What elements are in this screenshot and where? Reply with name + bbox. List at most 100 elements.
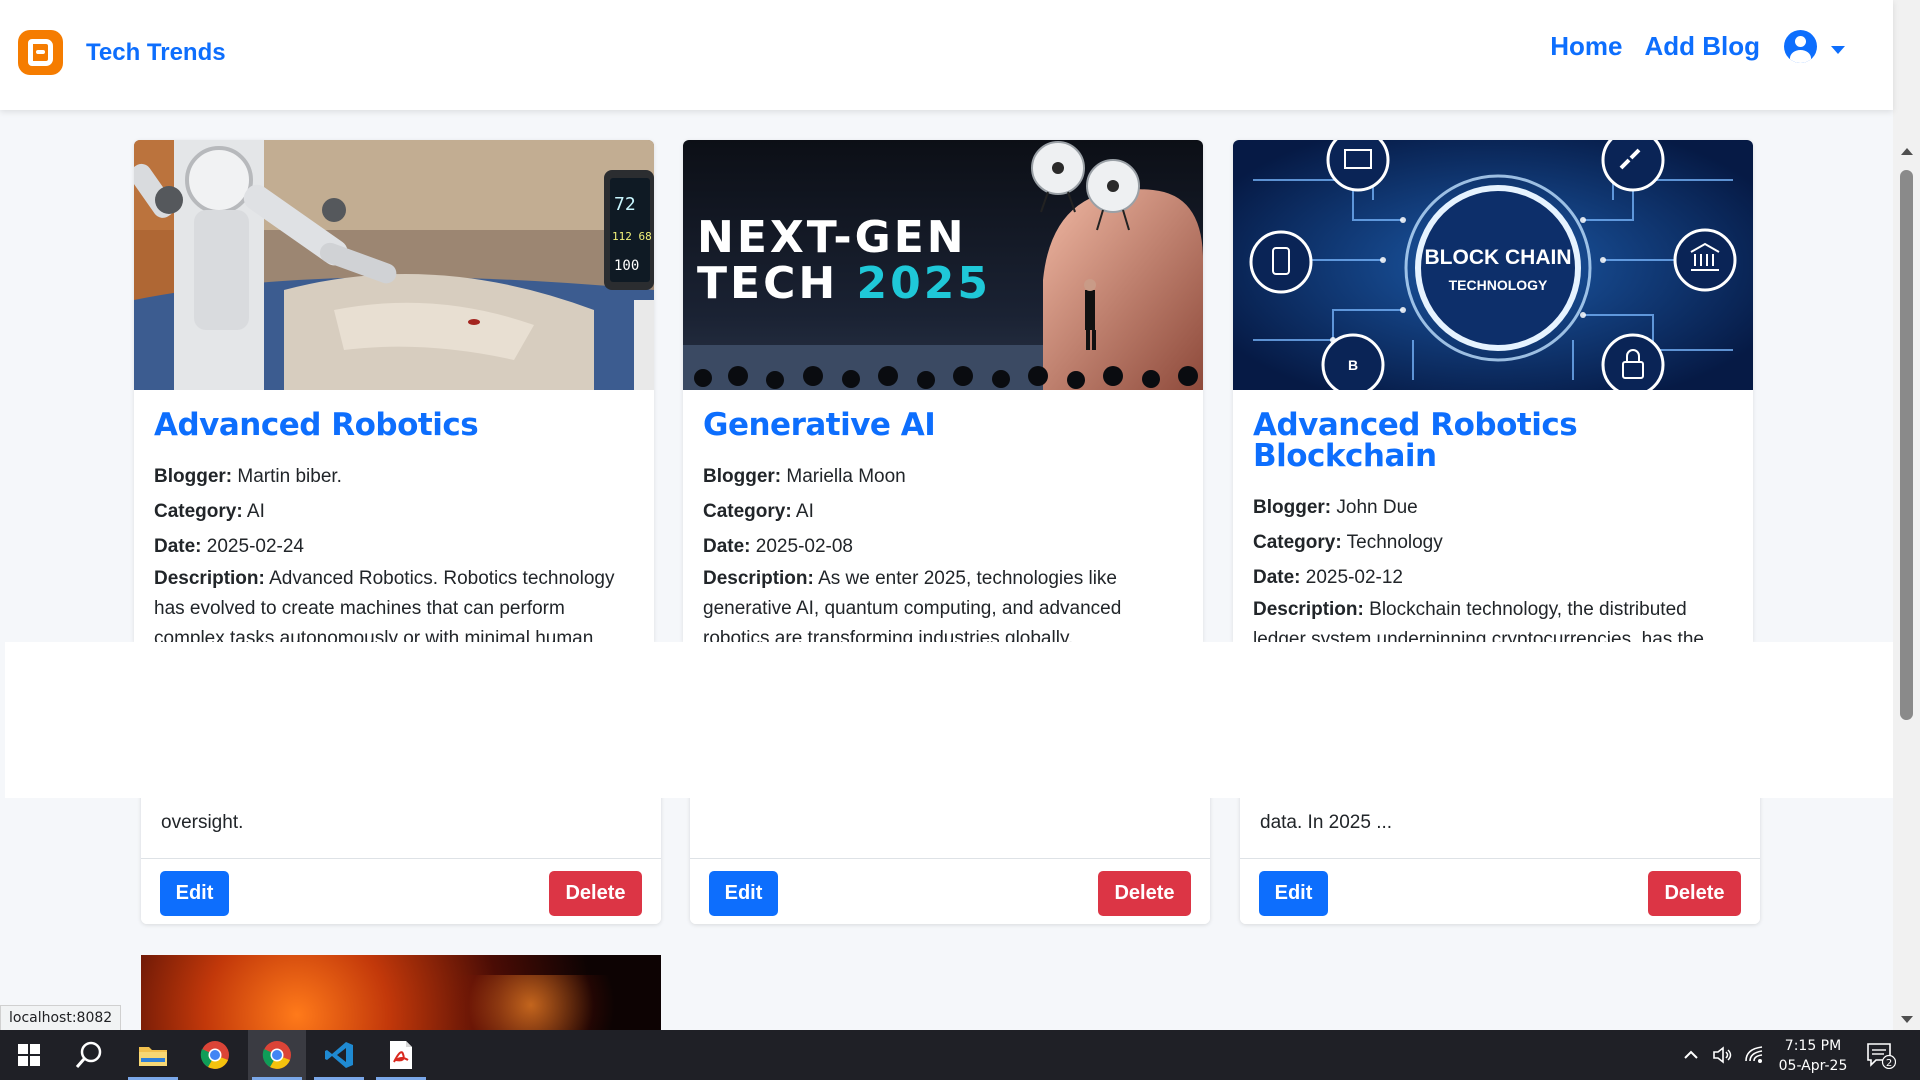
blogger-label: Blogger: [703, 466, 782, 487]
blog-card: NEXT-GEN TECH 2025 Generative AI Blogger… [683, 140, 1203, 642]
description-label: Description: [703, 568, 814, 589]
blogger-name: Mariella Moon [786, 466, 906, 487]
svg-text:112 68: 112 68 [612, 230, 652, 243]
blog-card-image [141, 955, 661, 1030]
blog-card-image: BLOCK CHAIN TECHNOLOGY B [1233, 140, 1753, 390]
user-account-icon[interactable] [1784, 30, 1817, 63]
edit-button[interactable]: Edit [709, 871, 778, 916]
description-text: Description: Advanced Robotics. Robotics… [154, 564, 634, 642]
category-value: Technology [1346, 532, 1443, 553]
delete-button[interactable]: Delete [1098, 871, 1191, 916]
date-value: 2025-02-12 [1305, 567, 1403, 588]
svg-text:B: B [1348, 357, 1358, 373]
system-tray [1682, 1030, 1766, 1080]
description-text: Description: As we enter 2025, technolog… [703, 564, 1183, 642]
blog-card: 72 112 68 100 Advanced Robotics Blogger:… [134, 140, 654, 642]
nav-add-blog-link[interactable]: Add Blog [1644, 31, 1760, 62]
blog-card-title[interactable]: Advanced Robotics [154, 410, 634, 441]
date-value: 2025-02-24 [206, 536, 304, 557]
windows-taskbar: 7:15 PM 05-Apr-25 2 [0, 1030, 1920, 1080]
scroll-up-arrow-icon[interactable] [1893, 142, 1920, 162]
svg-text:NEXT-GEN: NEXT-GEN [697, 212, 967, 263]
blockchain-illustration: BLOCK CHAIN TECHNOLOGY B [1233, 140, 1753, 390]
blog-card-body: Generative AI Blogger: Mariella Moon Cat… [683, 390, 1203, 643]
robot-surgery-illustration: 72 112 68 100 [134, 140, 654, 390]
date-label: Date: [1253, 567, 1301, 588]
blog-card-title[interactable]: Advanced Robotics Blockchain [1253, 410, 1733, 472]
notification-center[interactable]: 2 [1866, 1030, 1896, 1080]
clock-time: 7:15 PM [1784, 1038, 1842, 1054]
clock-date: 05-Apr-25 [1778, 1058, 1848, 1074]
chevron-up-icon[interactable] [1682, 1046, 1700, 1064]
nav-home-link[interactable]: Home [1550, 31, 1622, 62]
blog-card: BLOCK CHAIN TECHNOLOGY B Advanced Roboti… [1233, 140, 1753, 642]
blog-card-image: NEXT-GEN TECH 2025 [683, 140, 1203, 390]
chrome-active-icon[interactable] [248, 1030, 306, 1080]
delete-button[interactable]: Delete [549, 871, 642, 916]
svg-text:2: 2 [1886, 1058, 1892, 1069]
blogger-name: Martin biber. [237, 466, 342, 487]
notification-icon[interactable]: 2 [1866, 1041, 1896, 1069]
card-actions: Edit Delete [141, 858, 661, 924]
windows-start-icon[interactable] [0, 1030, 58, 1080]
category-label: Category: [1253, 532, 1342, 553]
wifi-icon[interactable] [1744, 1045, 1766, 1065]
vscode-icon[interactable] [310, 1030, 368, 1080]
date-label: Date: [703, 536, 751, 557]
file-explorer-icon[interactable] [124, 1030, 182, 1080]
date-value: 2025-02-08 [755, 536, 853, 557]
date-line: Date: 2025-02-08 [703, 529, 1183, 564]
scroll-thumb[interactable] [1900, 170, 1913, 720]
date-label: Date: [154, 536, 202, 557]
delete-button[interactable]: Delete [1648, 871, 1741, 916]
svg-text:BLOCK CHAIN: BLOCK CHAIN [1425, 246, 1572, 269]
description-tail: oversight. [161, 812, 244, 833]
scroll-down-arrow-icon[interactable] [1893, 1010, 1920, 1030]
card-actions: Edit Delete [690, 858, 1210, 924]
svg-text:TECHNOLOGY: TECHNOLOGY [1449, 277, 1548, 293]
svg-text:72: 72 [614, 194, 636, 215]
chevron-down-icon[interactable] [1831, 45, 1845, 54]
blog-card-body: Advanced Robotics Blogger: Martin biber.… [134, 390, 654, 643]
category-line: Category: AI [703, 494, 1183, 529]
blog-card-body: Advanced Robotics Blockchain Blogger: Jo… [1233, 390, 1753, 643]
category-value: AI [246, 501, 265, 522]
date-line: Date: 2025-02-12 [1253, 560, 1733, 595]
blogger-name: John Due [1336, 497, 1418, 518]
category-line: Category: AI [154, 494, 634, 529]
status-url-bubble: localhost:8082 [0, 1005, 122, 1031]
card-actions: Edit Delete [1240, 858, 1760, 924]
speaker-icon[interactable] [1712, 1045, 1736, 1065]
pdf-reader-icon[interactable] [372, 1030, 430, 1080]
edit-button[interactable]: Edit [160, 871, 229, 916]
description-label: Description: [154, 568, 265, 589]
blogger-label: Blogger: [1253, 497, 1332, 518]
brand-link[interactable]: Tech Trends [18, 30, 226, 75]
blogger-line: Blogger: John Due [1253, 490, 1733, 525]
edit-button[interactable]: Edit [1259, 871, 1328, 916]
next-gen-tech-illustration: NEXT-GEN TECH 2025 [683, 140, 1203, 390]
description-label: Description: [1253, 599, 1364, 620]
svg-text:TECH 2025: TECH 2025 [697, 258, 991, 309]
description-text: Description: Blockchain technology, the … [1253, 595, 1733, 642]
category-label: Category: [154, 501, 243, 522]
search-icon[interactable] [60, 1030, 118, 1080]
category-label: Category: [703, 501, 792, 522]
category-line: Category: Technology [1253, 525, 1733, 560]
category-value: AI [795, 501, 814, 522]
blog-card-image: 72 112 68 100 [134, 140, 654, 390]
brand-title: Tech Trends [86, 38, 226, 66]
svg-text:100: 100 [614, 258, 639, 274]
blogger-line: Blogger: Mariella Moon [703, 459, 1183, 494]
blank-overlay-band [5, 642, 1893, 798]
blogger-label: Blogger: [154, 466, 233, 487]
date-line: Date: 2025-02-24 [154, 529, 634, 564]
taskbar-clock[interactable]: 7:15 PM 05-Apr-25 [1768, 1036, 1858, 1076]
blogger-line: Blogger: Martin biber. [154, 459, 634, 494]
blogger-logo-icon [18, 30, 63, 75]
blog-card-title[interactable]: Generative AI [703, 410, 1183, 441]
page-scrollbar[interactable] [1893, 0, 1920, 1030]
description-tail: data. In 2025 ... [1260, 812, 1393, 833]
chrome-icon[interactable] [186, 1030, 244, 1080]
navbar: Tech Trends Home Add Blog [0, 0, 1893, 110]
